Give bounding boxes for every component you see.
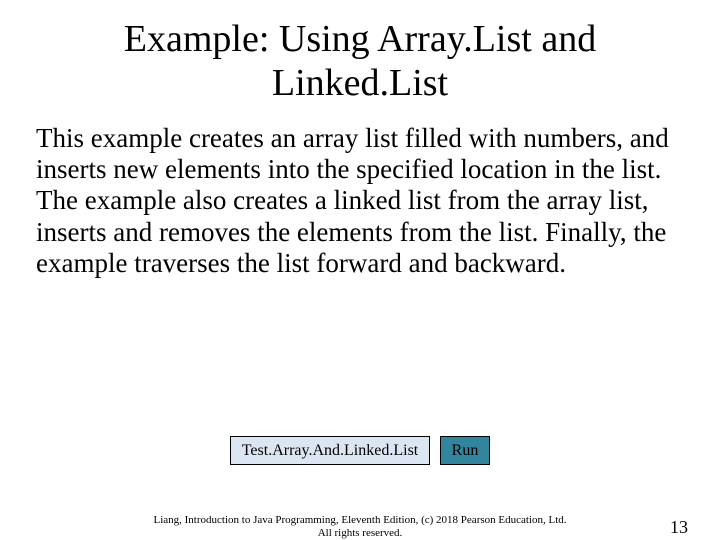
slide: Example: Using Array.List and Linked.Lis…	[0, 18, 720, 540]
footer: Liang, Introduction to Java Programming,…	[0, 514, 720, 540]
button-row: Test.Array.And.Linked.List Run	[0, 436, 720, 465]
slide-title: Example: Using Array.List and Linked.Lis…	[60, 18, 660, 105]
footer-line-1: Liang, Introduction to Java Programming,…	[0, 514, 720, 527]
page-number: 13	[670, 517, 688, 538]
footer-line-2: All rights reserved.	[0, 527, 720, 540]
run-button[interactable]: Run	[440, 436, 490, 465]
globe-icon	[570, 363, 710, 503]
code-link-button[interactable]: Test.Array.And.Linked.List	[230, 436, 430, 465]
slide-body: This example creates an array list fille…	[36, 123, 684, 278]
